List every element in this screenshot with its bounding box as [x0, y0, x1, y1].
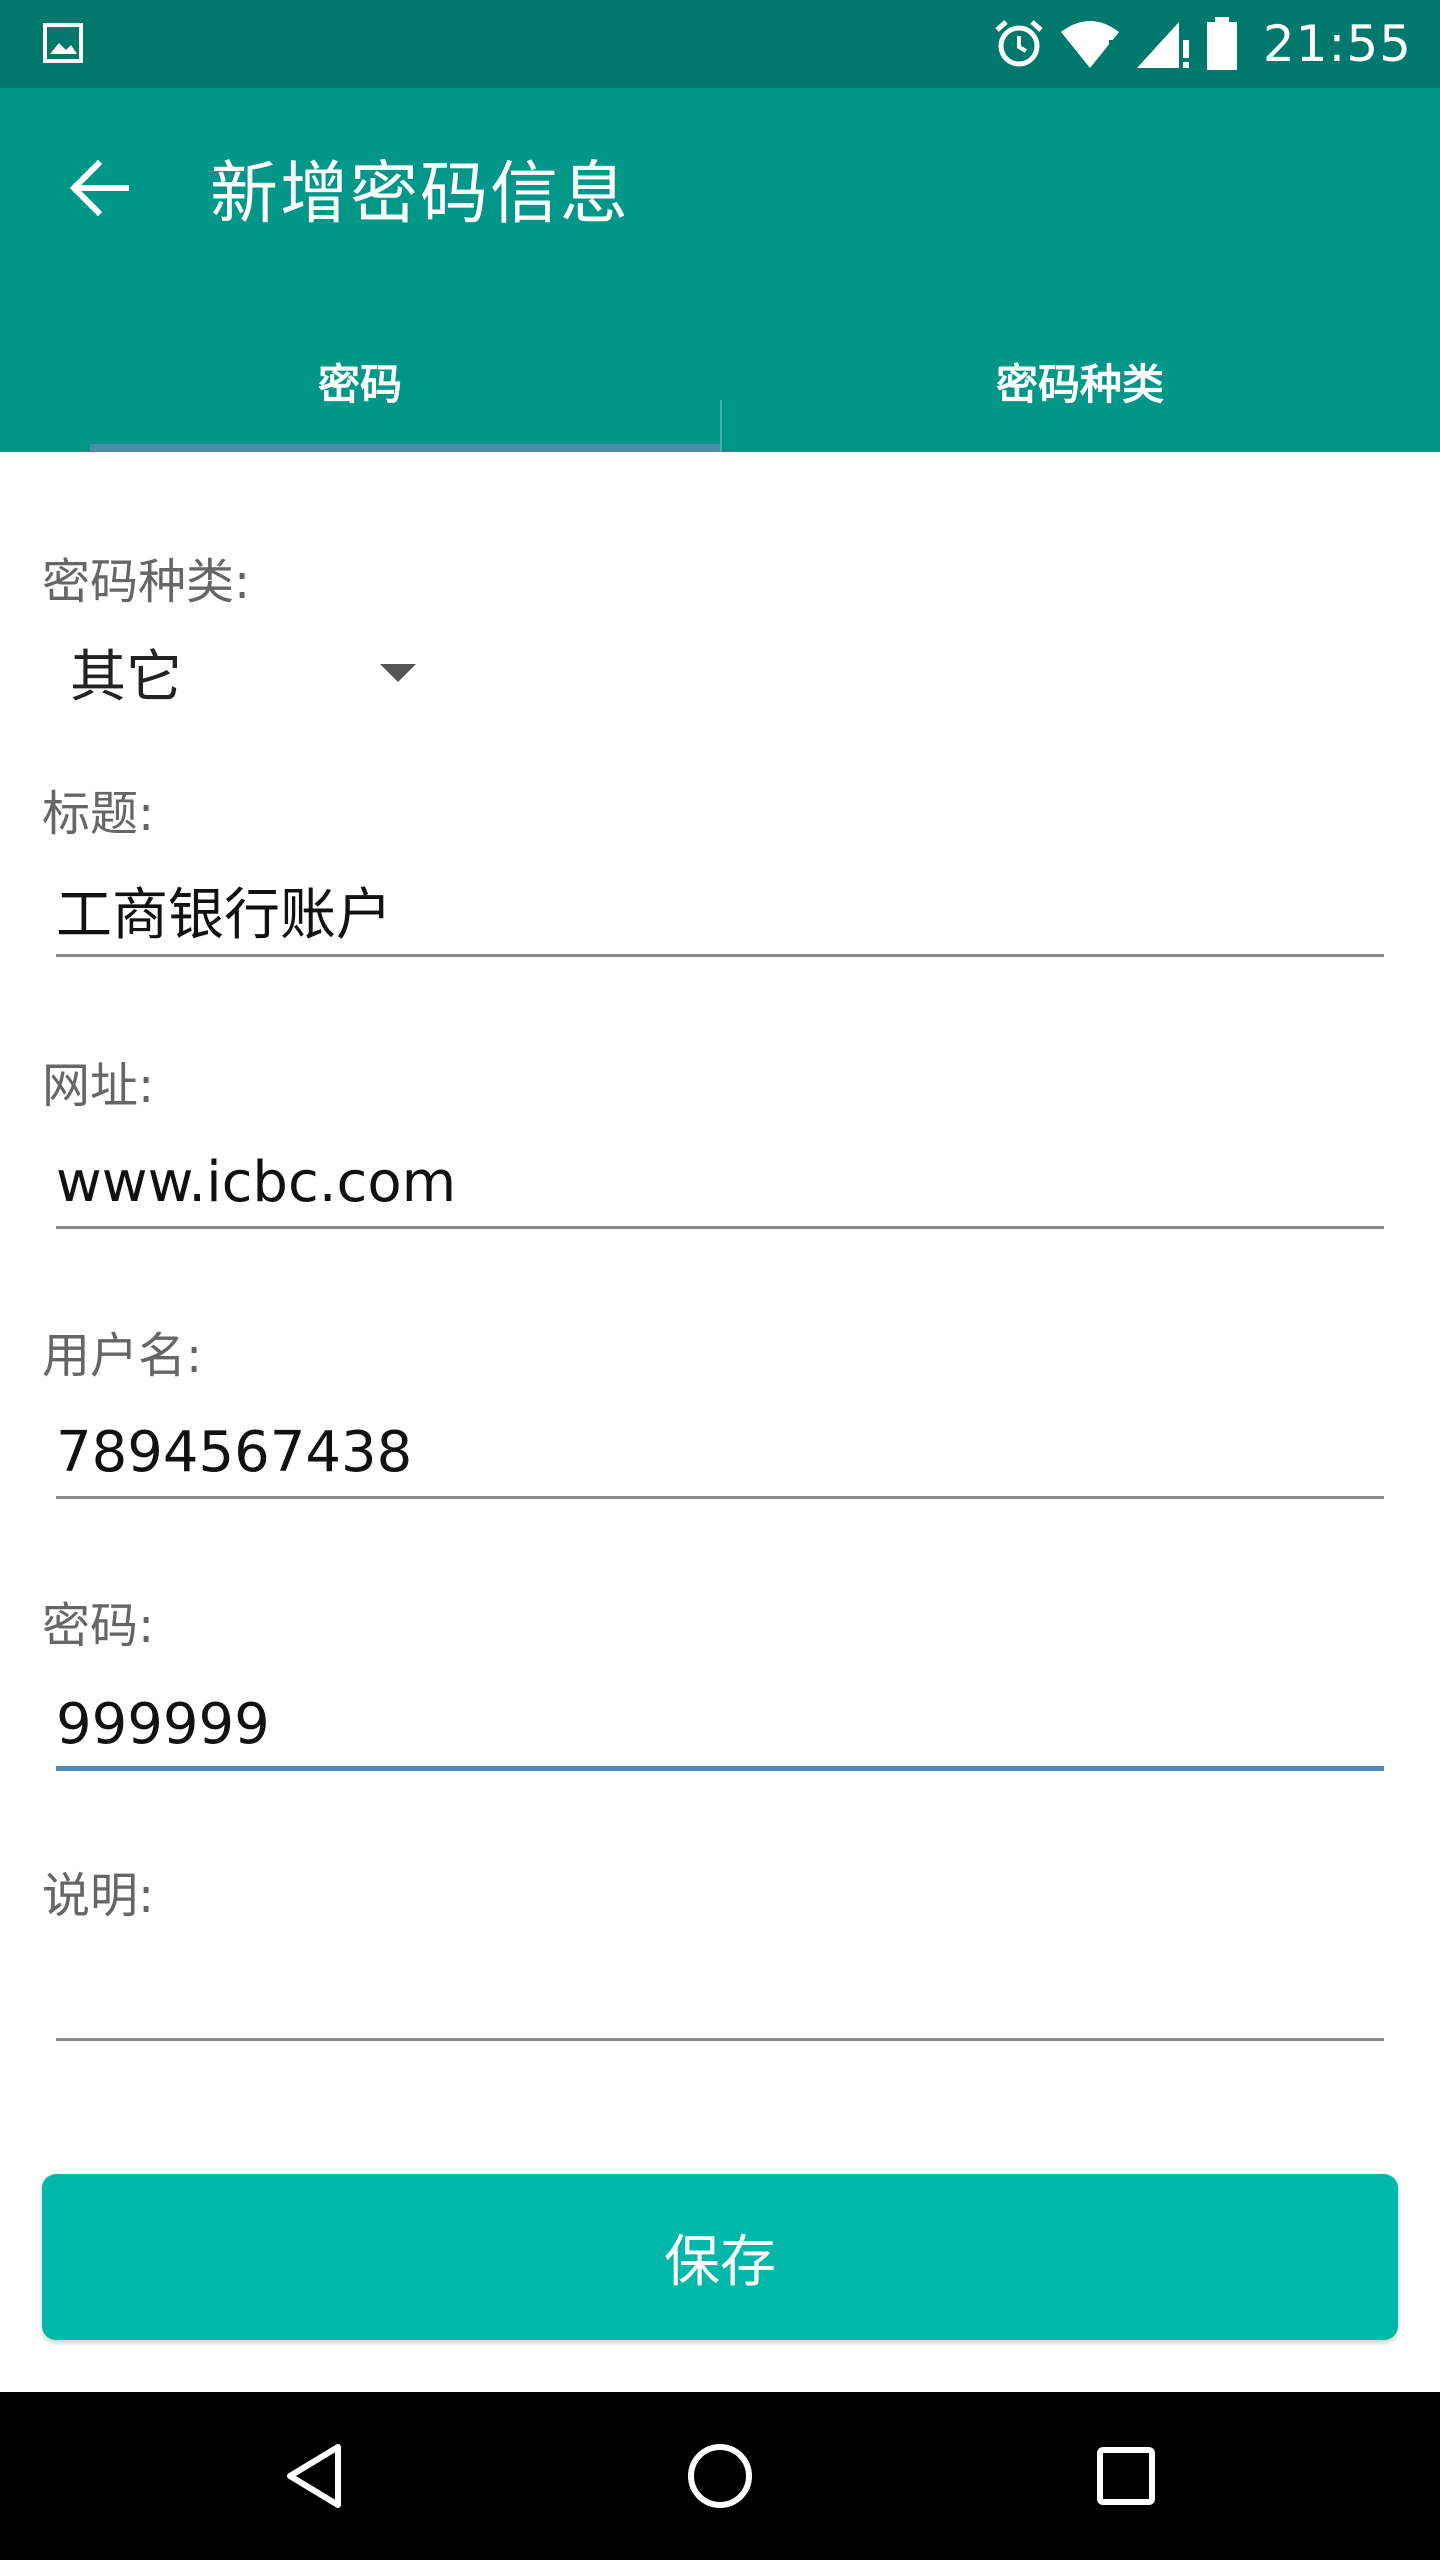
nav-back-button[interactable]: [264, 2426, 364, 2526]
password-label: 密码:: [42, 1598, 155, 1654]
battery-icon: [1206, 17, 1237, 70]
tab-divider: [720, 400, 722, 536]
url-input[interactable]: [56, 1132, 1384, 1232]
note-input[interactable]: [56, 1946, 1384, 2046]
app-bar: 新增密码信息 密码 密码种类: [0, 88, 1440, 536]
nav-home-button[interactable]: [670, 2426, 770, 2526]
title-input[interactable]: [56, 860, 1384, 960]
type-spinner-value: 其它: [70, 644, 182, 710]
arrow-back-icon: [69, 159, 129, 217]
password-underline: [56, 1766, 1384, 1771]
page-title: 新增密码信息: [210, 155, 631, 234]
save-button[interactable]: 保存: [42, 2174, 1398, 2340]
username-input[interactable]: [56, 1402, 1384, 1502]
tab-password-category[interactable]: 密码种类: [720, 310, 1440, 452]
nav-back-icon: [287, 2444, 341, 2508]
nav-recents-icon: [1097, 2447, 1155, 2505]
nav-home-icon: [688, 2444, 752, 2508]
url-underline: [56, 1226, 1384, 1229]
back-button[interactable]: [60, 148, 140, 228]
tab-indicator: [90, 444, 720, 452]
password-input[interactable]: [56, 1674, 1384, 1774]
title-underline: [56, 954, 1384, 957]
wifi-icon: [1060, 21, 1119, 68]
nav-recents-button[interactable]: [1076, 2426, 1176, 2526]
status-bar: 21:55: [0, 0, 1440, 88]
url-label: 网址:: [42, 1058, 155, 1114]
signal-icon: [1136, 22, 1189, 68]
title-label: 标题:: [42, 786, 155, 842]
status-time: 21:55: [1262, 15, 1412, 73]
image-icon: [43, 23, 83, 63]
note-label: 说明:: [42, 1868, 155, 1924]
tab-password[interactable]: 密码: [0, 310, 720, 452]
username-underline: [56, 1496, 1384, 1499]
navigation-bar: [0, 2392, 1440, 2560]
status-icons: 21:55: [993, 0, 1412, 88]
type-spinner[interactable]: 其它: [42, 622, 442, 722]
type-label: 密码种类:: [42, 554, 251, 610]
dropdown-arrow-icon: [380, 664, 416, 682]
note-underline: [56, 2038, 1384, 2041]
alarm-icon: [995, 20, 1043, 67]
username-label: 用户名:: [42, 1328, 203, 1384]
